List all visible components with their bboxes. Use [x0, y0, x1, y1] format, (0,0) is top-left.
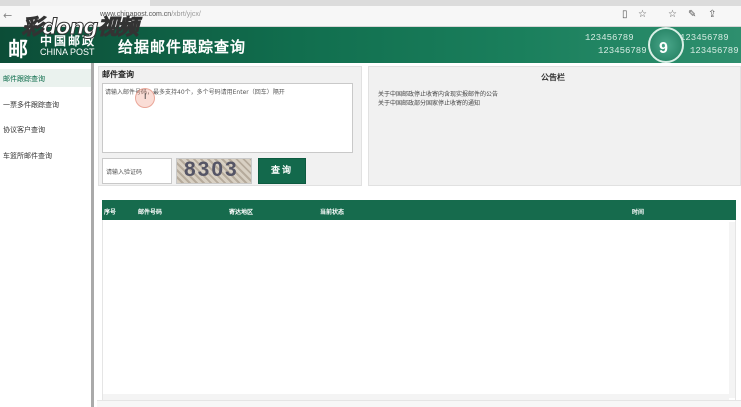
url-path: /xbrt/yjcx/ [171, 11, 201, 18]
sidebar-item-tracking[interactable]: 邮件跟踪查询 [3, 74, 45, 84]
text-cursor-icon: I [144, 92, 147, 101]
result-table-body [102, 220, 736, 400]
clock-digit: 9 [659, 40, 668, 57]
sidebar-item-multi-tracking[interactable]: 一票多件跟踪查询 [3, 100, 59, 110]
pen-icon[interactable]: ✎ [688, 9, 696, 20]
page: ← www.chinapost.com.cn/xbrt/yjcx/ ▯ ☆ ☆ … [0, 0, 741, 407]
sidebar-item-customer-query[interactable]: 协议客户查询 [3, 125, 45, 135]
column-header-time: 时间 [632, 209, 645, 216]
captcha-placeholder: 请输入验证码 [106, 169, 143, 176]
notice-link[interactable]: 关于中国邮政部分国家停止收寄的通知 [378, 98, 480, 107]
logo-english-text: CHINA POST [40, 47, 95, 57]
favorites-icon[interactable]: ☆ [668, 9, 677, 20]
header-decor-number: 123456789 [598, 46, 647, 56]
header-decor-number: 123456789 [690, 46, 739, 56]
back-arrow-icon[interactable]: ← [3, 9, 12, 22]
query-panel-title: 邮件查询 [102, 70, 134, 79]
notice-link[interactable]: 关于中国邮政停止收寄内含现实报邮件的公告 [378, 89, 498, 98]
vertical-scrollbar[interactable] [729, 222, 735, 398]
notice-panel [368, 66, 741, 186]
favorite-star-icon[interactable]: ☆ [638, 9, 647, 20]
column-header-index: 序号 [104, 209, 117, 216]
share-icon[interactable]: ⇪ [708, 9, 716, 20]
query-button[interactable]: 查询 [258, 158, 306, 184]
reading-view-icon[interactable]: ▯ [622, 9, 628, 20]
page-bottom-strip [97, 400, 741, 407]
tracking-number-placeholder: 请输入邮件号码，最多支持40个，多个号码请用Enter（回车）隔开 [105, 89, 285, 96]
header-decor-number: 123456789 [680, 33, 729, 43]
column-header-destination: 寄达地区 [229, 209, 254, 216]
column-header-tracking-number: 邮件号码 [138, 209, 163, 216]
sidebar: 邮件跟踪查询 一票多件跟踪查询 协议客户查询 车篮所邮件查询 [0, 63, 94, 407]
header-decor-number: 123456789 [585, 33, 634, 43]
captcha-digits: 8303 [184, 158, 239, 181]
notice-title: 公告栏 [541, 73, 565, 82]
video-watermark: 彩dong视频 [21, 15, 138, 40]
sidebar-item-office-query[interactable]: 车篮所邮件查询 [3, 151, 52, 161]
column-header-status: 当前状态 [320, 209, 345, 216]
